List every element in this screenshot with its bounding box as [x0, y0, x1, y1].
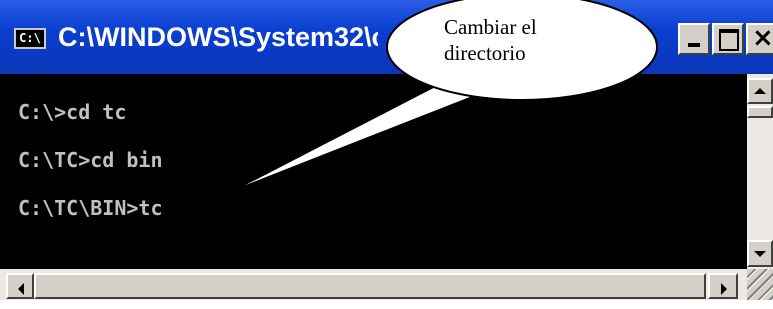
arrow-up-icon [754, 88, 766, 94]
console-line: C:\TC\BIN>tc [18, 196, 163, 220]
console-output[interactable]: C:\>cd tc C:\TC>cd bin C:\TC\BIN>tc [0, 74, 747, 269]
console-line: C:\TC>cd bin [18, 148, 163, 172]
console-window: C:\ C:\WINDOWS\System32\cmd.exe × C:\>cd… [0, 0, 773, 300]
arrow-down-icon [754, 251, 766, 257]
scroll-right-button[interactable] [708, 273, 738, 299]
vertical-scrollbar[interactable] [747, 74, 773, 269]
callout-line-2: directorio [444, 41, 526, 65]
arrow-right-icon [721, 283, 727, 295]
scroll-left-button[interactable] [6, 273, 34, 299]
minimize-icon [688, 43, 700, 47]
scroll-up-button[interactable] [747, 78, 773, 104]
title-bar[interactable]: C:\ C:\WINDOWS\System32\cmd.exe × [0, 0, 773, 74]
maximize-icon [719, 29, 739, 51]
arrow-left-icon [18, 283, 24, 295]
console-icon[interactable]: C:\ [14, 28, 46, 49]
resize-grip[interactable] [747, 269, 773, 300]
window-title: C:\WINDOWS\System32\cmd.exe [58, 22, 378, 52]
horizontal-scrollbar[interactable] [0, 269, 747, 300]
vertical-scroll-thumb[interactable] [747, 106, 773, 118]
console-line: C:\>cd tc [18, 100, 127, 124]
minimize-button[interactable] [678, 23, 710, 55]
callout-text: Cambiar el directorio [444, 14, 634, 66]
scroll-down-button[interactable] [747, 240, 773, 267]
horizontal-scroll-thumb[interactable] [34, 273, 706, 299]
close-button[interactable]: × [746, 23, 773, 55]
callout-line-1: Cambiar el [444, 15, 537, 39]
close-icon: × [752, 23, 773, 53]
maximize-button[interactable] [712, 23, 744, 55]
